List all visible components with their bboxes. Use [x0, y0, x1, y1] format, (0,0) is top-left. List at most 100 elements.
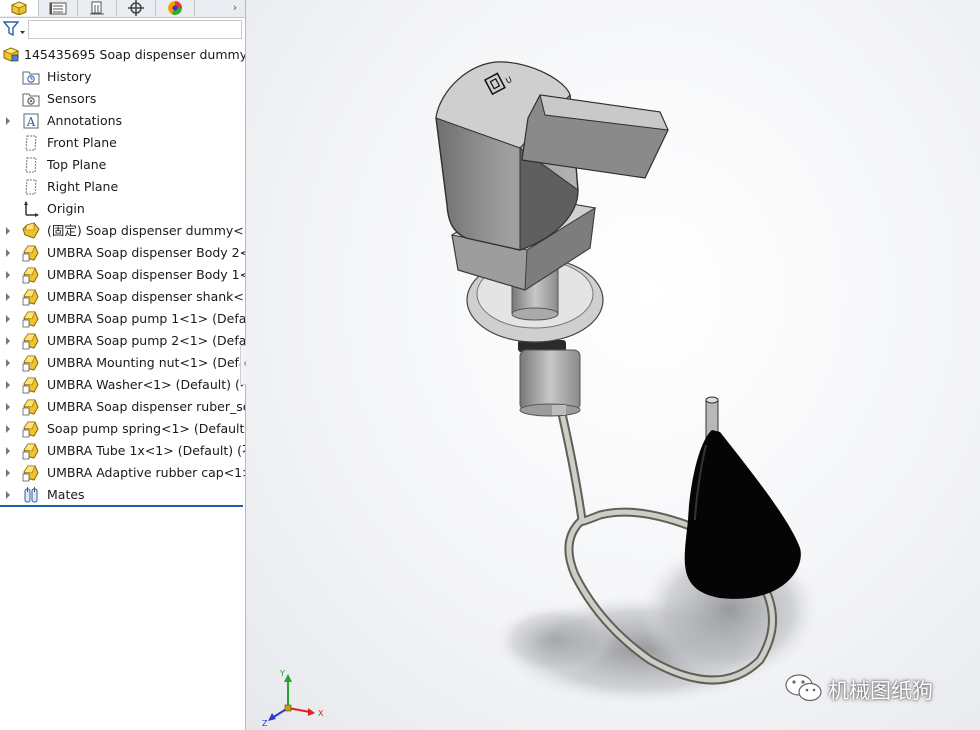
tree-item-label: UMBRA Soap pump 2<1> (Defau — [47, 333, 245, 348]
assembly-icon — [2, 47, 20, 62]
component-icon — [22, 355, 39, 372]
annotations-icon: A — [23, 113, 39, 129]
triad-y-label: Y — [279, 669, 285, 678]
tree-item-top-plane[interactable]: Top Plane — [0, 154, 245, 176]
rubber-cap — [684, 396, 801, 599]
expand-arrow-icon[interactable] — [4, 489, 12, 501]
tree-item-label: Right Plane — [47, 179, 119, 194]
component-icon — [22, 443, 39, 460]
tree-item-right-plane[interactable]: Right Plane — [0, 176, 245, 198]
mates-icon — [24, 487, 38, 503]
configuration-manager-tab-icon — [90, 1, 104, 15]
tree-item-front-plane[interactable]: Front Plane — [0, 132, 245, 154]
display-manager-tab[interactable] — [156, 0, 195, 16]
configuration-manager-tab[interactable] — [78, 0, 117, 16]
soap-dispenser-model[interactable]: U — [246, 0, 980, 730]
feature-manager-tab-icon — [11, 1, 27, 15]
tree-item-component[interactable]: Soap pump spring<1> (Default) ( — [0, 418, 245, 440]
feature-manager-panel: › 145435695 Soap dispenser dummy (I Hist… — [0, 0, 254, 730]
graphics-area[interactable]: U Y Z X 机械图纸狗 — [246, 0, 980, 730]
tree-item-label: UMBRA Soap dispenser ruber_sea — [47, 399, 245, 414]
expand-arrow-icon[interactable] — [4, 291, 12, 303]
tree-item-label: UMBRA Soap dispenser Body 2<1 — [47, 245, 245, 260]
tree-item-label: UMBRA Tube 1x<1> (Default) (不行 — [47, 443, 245, 458]
tree-item-component[interactable]: UMBRA Soap dispenser shank<1 — [0, 286, 245, 308]
expand-arrow-icon[interactable] — [4, 401, 12, 413]
tree-item-component[interactable]: UMBRA Adaptive rubber cap<1> — [0, 462, 245, 484]
component-icon — [22, 289, 39, 306]
tree-item-label: UMBRA Soap pump 1<1> (Defau — [47, 311, 245, 326]
tree-item-component[interactable]: UMBRA Soap pump 1<1> (Defau — [0, 308, 245, 330]
tree-item-history[interactable]: History — [0, 66, 245, 88]
expand-arrow-icon[interactable] — [4, 247, 12, 259]
tree-item-annotations[interactable]: A Annotations — [0, 110, 245, 132]
expand-arrow-icon[interactable] — [4, 313, 12, 325]
expand-arrow-icon[interactable] — [4, 379, 12, 391]
tree-item-label: UMBRA Soap dispenser Body 1<1 — [47, 267, 245, 282]
tree-item-origin[interactable]: Origin — [0, 198, 245, 220]
expand-arrow-icon[interactable] — [4, 423, 12, 435]
tree-item-component[interactable]: UMBRA Washer<1> (Default) (不行 — [0, 374, 245, 396]
tree-item-mates[interactable]: Mates — [0, 484, 245, 506]
property-manager-tab-icon — [49, 2, 67, 14]
expand-arrow-icon[interactable] — [4, 357, 12, 369]
wechat-icon — [785, 674, 822, 702]
expand-arrow-icon[interactable] — [4, 269, 12, 281]
tree-bottom-border — [0, 505, 243, 507]
tree-item-label: Top Plane — [47, 157, 107, 172]
watermark-text: 机械图纸狗 — [828, 679, 933, 703]
sensors-icon — [22, 93, 40, 107]
tree-root-label: 145435695 Soap dispenser dummy (I — [24, 47, 245, 62]
property-manager-tab[interactable] — [39, 0, 78, 16]
tree-item-label: (固定) Soap dispenser dummy<1> — [47, 223, 245, 238]
tree-item-label: Origin — [47, 201, 85, 216]
tree-item-component[interactable]: UMBRA Soap pump 2<1> (Defau — [0, 330, 245, 352]
tree-item-label: UMBRA Adaptive rubber cap<1> — [47, 465, 245, 480]
tabs-scroll-arrow[interactable]: › — [229, 0, 241, 16]
tree-item-label: Mates — [47, 487, 85, 502]
tree-item-label: UMBRA Washer<1> (Default) (不行 — [47, 377, 245, 392]
expand-arrow-icon[interactable] — [4, 445, 12, 457]
plane-icon — [25, 179, 37, 195]
component-icon — [22, 333, 39, 350]
tree-item-label: Sensors — [47, 91, 97, 106]
component-icon — [22, 399, 39, 416]
filter-input[interactable] — [28, 20, 242, 39]
filter-button[interactable] — [2, 20, 26, 38]
tree-item-label: Soap pump spring<1> (Default) ( — [47, 421, 245, 436]
origin-icon — [24, 201, 39, 217]
tree-item-component[interactable]: UMBRA Soap dispenser ruber_sea — [0, 396, 245, 418]
component-icon — [22, 465, 39, 482]
coordinate-triad: Y Z X — [262, 669, 324, 728]
tree-item-sensors[interactable]: Sensors — [0, 88, 245, 110]
feature-manager-tab[interactable] — [0, 0, 39, 16]
part-icon — [22, 222, 40, 239]
pump-shank — [518, 340, 581, 417]
expand-arrow-icon[interactable] — [4, 115, 12, 127]
dimxpert-tab[interactable] — [117, 0, 156, 16]
tree-item-label: UMBRA Soap dispenser shank<1 — [47, 289, 245, 304]
dispenser-body: U — [435, 61, 669, 251]
filter-icon — [2, 21, 25, 37]
component-icon — [22, 311, 39, 328]
expand-arrow-icon[interactable] — [4, 335, 12, 347]
tree-item-label: Front Plane — [47, 135, 117, 150]
display-manager-tab-icon — [168, 1, 182, 15]
filter-bar — [0, 18, 245, 40]
expand-arrow-icon[interactable] — [4, 467, 12, 479]
plane-icon — [25, 135, 37, 151]
tree-item-component[interactable]: UMBRA Soap dispenser Body 2<1 — [0, 242, 245, 264]
tree-item-fixed-part[interactable]: (固定) Soap dispenser dummy<1> — [0, 220, 245, 242]
triad-z-label: Z — [262, 719, 268, 728]
expand-arrow-icon[interactable] — [4, 225, 12, 237]
tree-root-assembly[interactable]: 145435695 Soap dispenser dummy (I — [0, 44, 245, 66]
component-icon — [22, 421, 39, 438]
component-icon — [22, 377, 39, 394]
tree-item-component[interactable]: UMBRA Tube 1x<1> (Default) (不行 — [0, 440, 245, 462]
tree-item-component[interactable]: UMBRA Mounting nut<1> (Defaul — [0, 352, 245, 374]
tree-item-component[interactable]: UMBRA Soap dispenser Body 1<1 — [0, 264, 245, 286]
watermark: 机械图纸狗 — [784, 672, 980, 706]
plane-icon — [25, 157, 37, 173]
svg-text:A: A — [26, 115, 36, 129]
component-icon — [22, 245, 39, 262]
